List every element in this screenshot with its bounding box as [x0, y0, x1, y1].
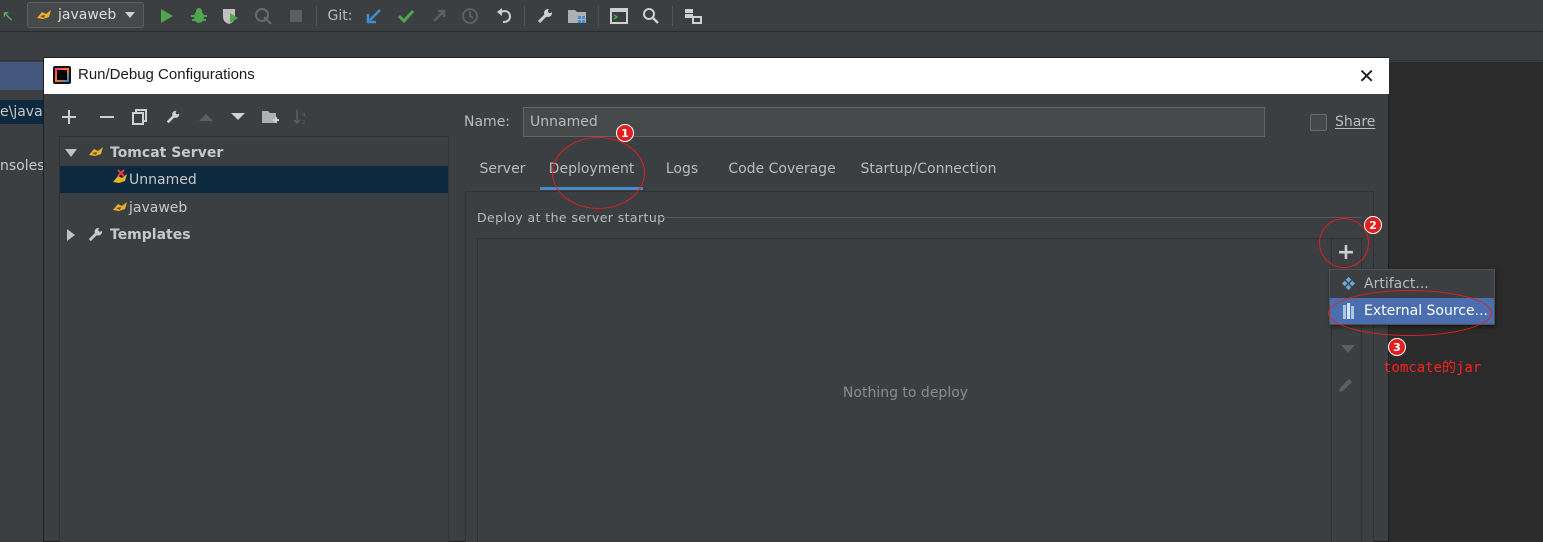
expand-arrow-icon[interactable]: [65, 149, 77, 157]
move-up-icon[interactable]: [195, 106, 217, 128]
annotation-circle: [1319, 218, 1369, 268]
remove-config-button[interactable]: [96, 106, 118, 128]
git-push-icon[interactable]: [428, 0, 450, 32]
tomcat-icon: [37, 10, 51, 19]
deployment-panel: Deploy at the server startup Nothing to …: [465, 191, 1374, 542]
run-config-selector[interactable]: javaweb: [27, 2, 144, 28]
intellij-logo-icon: [53, 66, 71, 84]
consoles-fragment[interactable]: nsoles: [0, 158, 45, 174]
share-label[interactable]: Share: [1335, 114, 1375, 130]
annotation-circle: [1328, 290, 1492, 336]
tomcat-icon: [113, 202, 127, 211]
tree-item-label: Unnamed: [129, 171, 197, 188]
tab-code-coverage[interactable]: Code Coverage: [722, 150, 842, 190]
run-icon[interactable]: [156, 0, 178, 32]
wrench-icon[interactable]: [534, 0, 556, 32]
ide-toolbar: ↖ javaweb Git:: [0, 0, 1543, 32]
build-arrow-icon[interactable]: ↖: [0, 0, 16, 32]
share-checkbox[interactable]: [1310, 114, 1327, 131]
name-input[interactable]: [523, 107, 1265, 137]
database-icon[interactable]: [682, 0, 704, 32]
annotation-note: tomcate的jar: [1383, 360, 1482, 376]
move-down-icon[interactable]: [1341, 345, 1355, 353]
expand-arrow-icon[interactable]: [67, 229, 75, 241]
close-icon[interactable]: ✕: [1358, 64, 1375, 88]
tab-startup-connection[interactable]: Startup/Connection: [856, 150, 1001, 190]
tomcat-config-new-icon: [113, 169, 127, 183]
tree-node-label: Tomcat Server: [110, 144, 224, 161]
tree-node-tomcat-server[interactable]: Tomcat Server: [60, 139, 448, 166]
svg-text:a: a: [302, 111, 306, 118]
dialog-title: Run/Debug Configurations: [78, 66, 255, 83]
section-title: Deploy at the server startup: [477, 210, 666, 225]
toolbar-divider: [316, 6, 317, 26]
chevron-down-icon: [125, 12, 135, 18]
git-label: Git:: [327, 8, 353, 24]
artifact-icon: [1342, 277, 1355, 290]
run-debug-dialog: Run/Debug Configurations ✕ az Tomcat Ser…: [43, 57, 1495, 542]
tree-item-unnamed[interactable]: Unnamed: [60, 166, 448, 193]
git-commit-icon[interactable]: [395, 0, 417, 32]
folder-add-icon[interactable]: [259, 106, 281, 128]
dialog-titlebar: Run/Debug Configurations ✕: [44, 58, 1389, 94]
svg-text:z: z: [302, 119, 305, 125]
tab-logs[interactable]: Logs: [655, 150, 709, 190]
wrench-icon: [88, 227, 103, 242]
annotation-badge: 3: [1388, 338, 1406, 356]
annotation-circle: [552, 137, 645, 209]
add-config-button[interactable]: [58, 106, 80, 128]
name-label: Name:: [464, 114, 511, 130]
stop-icon[interactable]: [285, 0, 307, 32]
tomcat-icon: [89, 147, 103, 156]
tree-item-label: javaweb: [129, 199, 188, 216]
profile-icon[interactable]: [252, 0, 274, 32]
run-config-label: javaweb: [58, 7, 117, 23]
toolbar-divider: [598, 6, 599, 26]
debug-icon[interactable]: [188, 0, 210, 32]
tree-item-javaweb[interactable]: javaweb: [60, 194, 448, 221]
empty-state-text: Nothing to deploy: [842, 385, 969, 401]
project-panel-fragment: e\javav nsoles: [0, 62, 45, 542]
tree-node-templates[interactable]: Templates: [60, 221, 448, 248]
git-rollback-icon[interactable]: [493, 0, 515, 32]
move-down-icon[interactable]: [227, 106, 249, 128]
tab-server[interactable]: Server: [465, 150, 540, 190]
project-structure-icon[interactable]: [566, 0, 588, 32]
wrench-icon[interactable]: [162, 106, 184, 128]
search-icon[interactable]: [640, 0, 662, 32]
edit-pencil-icon[interactable]: [1337, 376, 1357, 396]
panel-header-fragment: [0, 62, 44, 90]
annotation-badge: 1: [616, 124, 634, 142]
deploy-list[interactable]: Nothing to deploy: [477, 238, 1332, 542]
copy-icon[interactable]: [129, 106, 151, 128]
git-history-icon[interactable]: [459, 0, 481, 32]
config-tree: Tomcat Server Unnamed javaweb Templates: [59, 136, 449, 542]
toolbar-divider: [524, 6, 525, 26]
project-path-fragment[interactable]: e\javav: [0, 100, 44, 124]
tree-node-label: Templates: [110, 226, 191, 243]
section-divider: [662, 217, 1362, 218]
sort-icon[interactable]: az: [291, 106, 313, 128]
coverage-icon[interactable]: [219, 0, 241, 32]
annotation-badge: 2: [1364, 216, 1382, 234]
terminal-icon[interactable]: [608, 0, 630, 32]
toolbar-divider: [672, 6, 673, 26]
git-update-icon[interactable]: [363, 0, 385, 32]
